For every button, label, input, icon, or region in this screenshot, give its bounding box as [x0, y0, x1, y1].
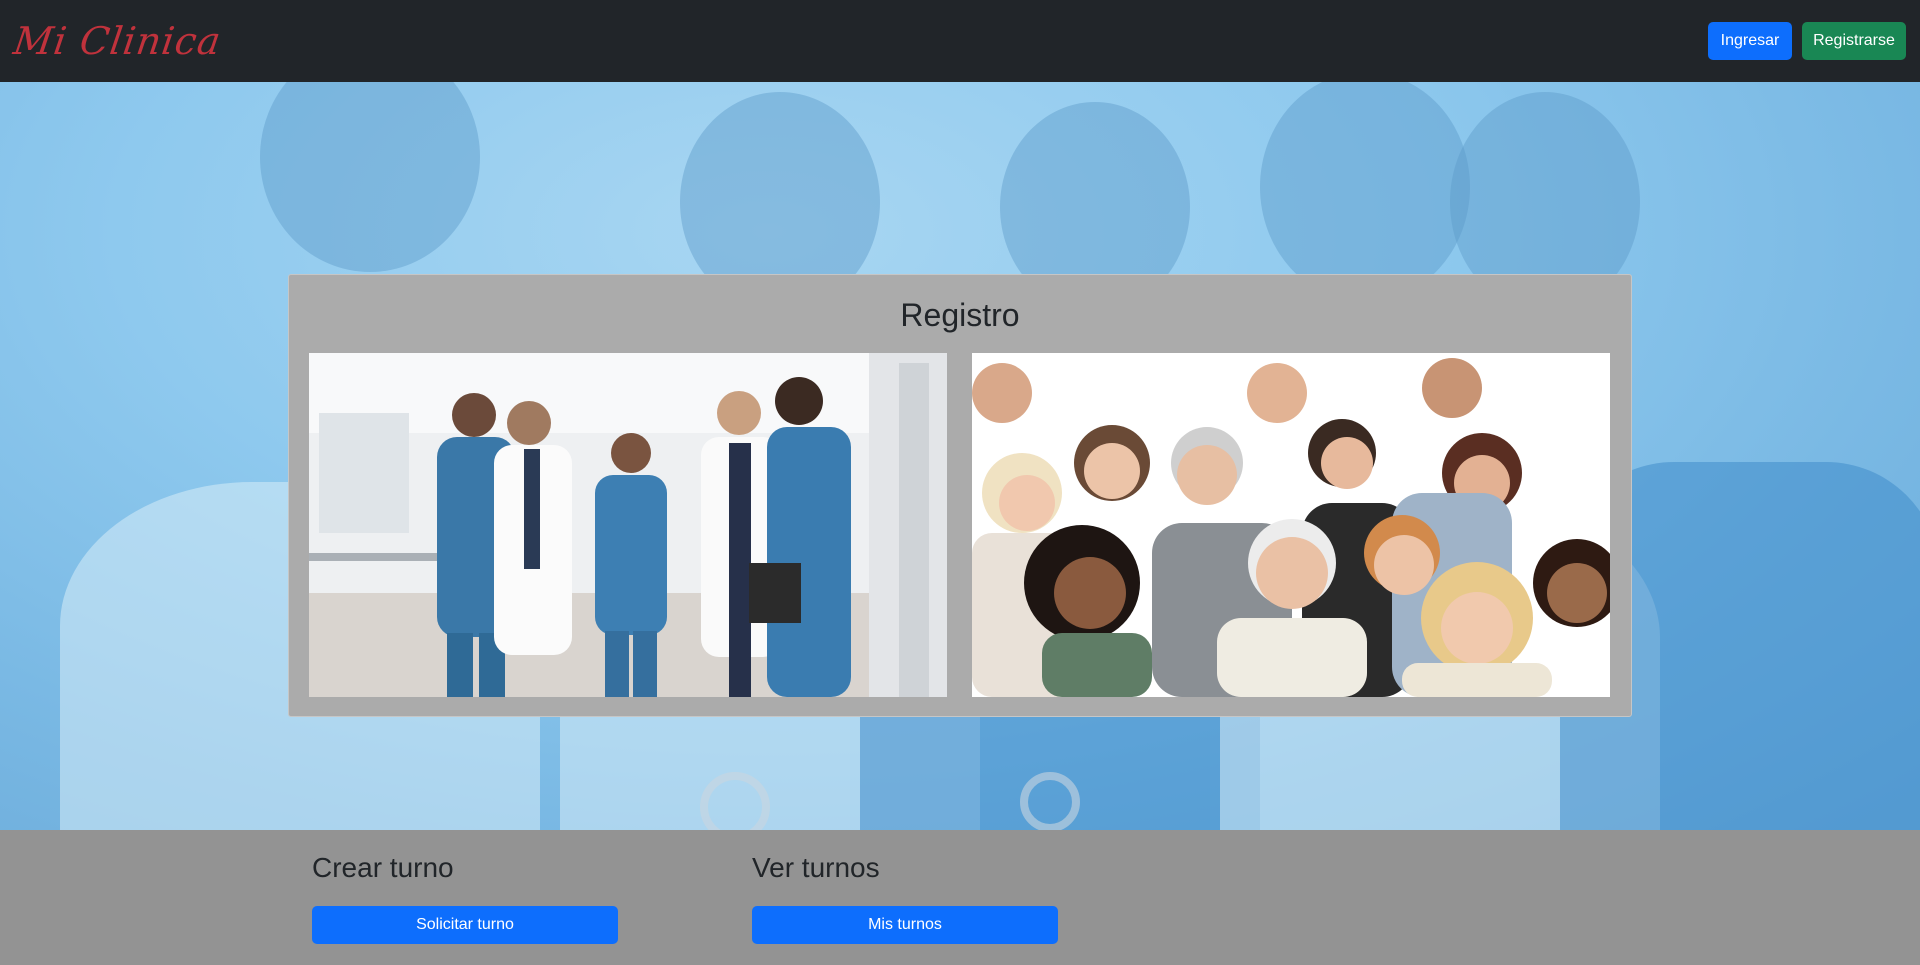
- view-appointments-heading: Ver turnos: [752, 852, 880, 883]
- hero-background: Registro: [0, 82, 1920, 830]
- app-logo[interactable]: Mi Clinica: [10, 11, 226, 71]
- my-appointments-button[interactable]: Mis turnos: [752, 906, 1058, 944]
- patients-group-photo: [972, 353, 1610, 697]
- create-appointment-heading: Crear turno: [312, 852, 454, 883]
- login-button[interactable]: Ingresar: [1708, 22, 1792, 60]
- top-navbar: Mi Clinica Ingresar Registrarse: [0, 0, 1920, 82]
- create-appointment-card: Crear turno Solicitar turno: [312, 852, 618, 944]
- patient-register-option[interactable]: [972, 353, 1610, 697]
- register-panel: Registro: [288, 274, 1632, 717]
- doctors-group-photo: [309, 353, 947, 697]
- nav-actions: Ingresar Registrarse: [1708, 22, 1906, 60]
- actions-section: Crear turno Solicitar turno Ver turnos M…: [0, 830, 1920, 965]
- register-title: Registro: [900, 297, 1020, 333]
- staff-register-option[interactable]: [309, 353, 947, 697]
- register-button[interactable]: Registrarse: [1802, 22, 1906, 60]
- request-appointment-button[interactable]: Solicitar turno: [312, 906, 618, 944]
- view-appointments-card: Ver turnos Mis turnos: [752, 852, 1058, 944]
